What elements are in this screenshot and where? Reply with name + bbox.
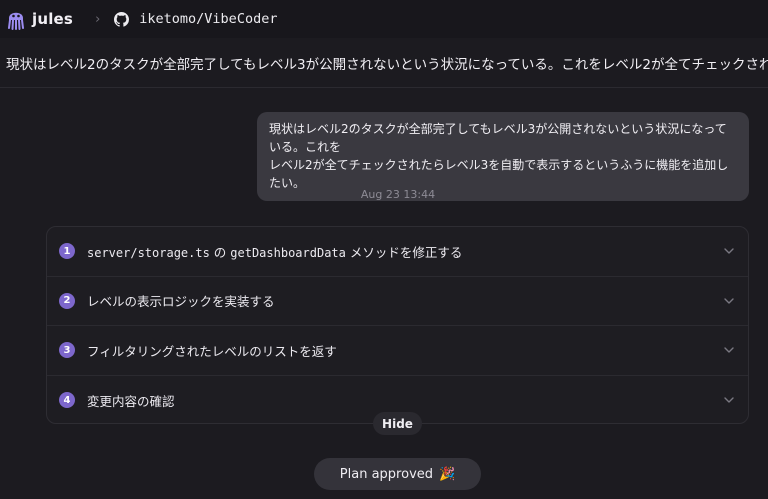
hide-plan-button[interactable]: Hide (373, 412, 422, 435)
chevron-down-icon[interactable] (722, 343, 736, 357)
plan-card: 1 server/storage.ts の getDashboardData メ… (46, 226, 749, 424)
step-text-tail: メソッドを修正する (345, 244, 463, 260)
step-number-badge: 3 (59, 342, 75, 359)
party-popper-icon: 🎉 (439, 466, 456, 482)
github-icon (114, 11, 130, 27)
repo-link[interactable]: iketomo/VibeCoder (114, 11, 277, 27)
plan-step[interactable]: 3 フィルタリングされたレベルのリストを返す (47, 326, 748, 376)
plan-step[interactable]: 2 レベルの表示ロジックを実装する (47, 277, 748, 326)
step-text: フィルタリングされたレベルのリストを返す (87, 343, 337, 359)
step-number-badge: 4 (59, 392, 75, 409)
plan-approved-status: Plan approved 🎉 (314, 458, 481, 490)
step-text: レベルの表示ロジックを実装する (87, 294, 275, 310)
chevron-down-icon[interactable] (722, 244, 736, 258)
repo-name: iketomo/VibeCoder (139, 11, 278, 27)
step-text: server/storage.ts の getDashboardData メソッ… (87, 242, 722, 261)
step-code-file: server/storage.ts (87, 245, 210, 260)
breadcrumb-separator-icon: › (95, 11, 101, 27)
user-message-line-2: レベル2が全てチェックされたらレベル3を自動で表示するというふうに機能を追加した… (269, 158, 729, 190)
brand[interactable]: jules (6, 8, 73, 30)
step-number-badge: 2 (59, 292, 75, 309)
user-message-line-1: 現状はレベル2のタスクが全部完了してもレベル3が公開されないという状況になってい… (269, 122, 727, 154)
chevron-down-icon[interactable] (722, 393, 736, 407)
plan-approved-label: Plan approved (339, 466, 434, 482)
step-text: 変更内容の確認 (87, 393, 175, 409)
app-name: jules (32, 10, 74, 28)
step-code-method: getDashboardData (230, 245, 346, 260)
top-bar: jules › iketomo/VibeCoder (0, 0, 768, 38)
chat-area: 現状はレベル2のタスクが全部完了してもレベル3が公開されないという状況になってい… (0, 88, 768, 499)
step-number-badge: 1 (59, 243, 75, 260)
task-title: 現状はレベル2のタスクが全部完了してもレベル3が公開されないという状況になってい… (0, 38, 768, 88)
chevron-down-icon[interactable] (722, 294, 736, 308)
plan-step[interactable]: 1 server/storage.ts の getDashboardData メ… (47, 227, 748, 277)
step-text-connector: の (209, 244, 231, 260)
jules-logo-icon (8, 12, 24, 30)
message-timestamp: Aug 23 13:44 (360, 188, 436, 201)
